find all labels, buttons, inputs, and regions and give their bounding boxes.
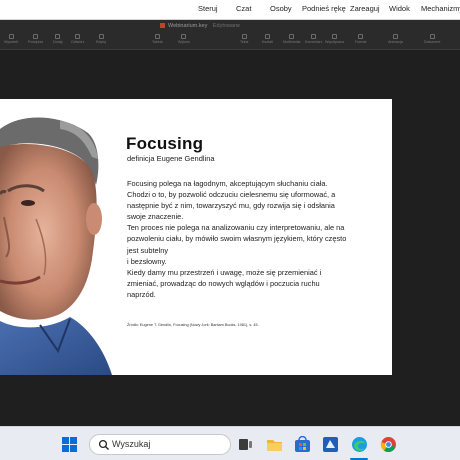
slide-body: Focusing polega na łagodnym, akceptujący… xyxy=(127,178,377,300)
toolbar-document[interactable]: Dokument xyxy=(424,34,440,44)
toolbar-edit[interactable]: Edytuj xyxy=(96,34,106,44)
chrome-icon[interactable] xyxy=(380,436,397,453)
body-line: naprzód. xyxy=(127,289,156,299)
store-icon[interactable] xyxy=(294,436,311,453)
body-line: Chodzi o to, by pozwolić odczuciu cieles… xyxy=(127,190,336,200)
toolbar-play[interactable]: Odtwórz xyxy=(71,34,84,44)
office-icon[interactable] xyxy=(322,436,339,453)
slide-subtitle: definicja Eugene Gendlina xyxy=(127,154,215,163)
window-title: Webinarium.key Edytowane xyxy=(160,23,240,29)
body-line: swoje znaczenie. xyxy=(127,212,184,222)
toolbar-chart[interactable]: Wykres xyxy=(178,34,190,44)
toolbar-table[interactable]: Tabela xyxy=(152,34,163,44)
toolbar-zoom[interactable]: Powiększ xyxy=(28,34,43,44)
search-placeholder: Wyszukaj xyxy=(112,439,151,449)
body-line: i bezsłowny. xyxy=(127,256,167,266)
slide[interactable]: Focusing definicja Eugene Gendlina Focus… xyxy=(0,99,392,375)
document-icon xyxy=(160,23,165,28)
toolbar-view[interactable]: Wyświetl xyxy=(4,34,18,44)
control-view[interactable]: Widok xyxy=(389,4,410,13)
edge-icon[interactable] xyxy=(351,436,368,453)
body-line: pozwoleniu ciału, by mówiło swoim własny… xyxy=(127,234,347,244)
animate-icon xyxy=(392,34,398,39)
body-line: jest subtelny xyxy=(127,245,169,255)
chart-icon xyxy=(181,34,187,39)
toolbar-animate[interactable]: Animacja xyxy=(388,34,403,44)
text-icon xyxy=(241,34,247,39)
taskbar: Wyszukaj xyxy=(0,426,460,460)
play-icon xyxy=(75,34,81,39)
task-view-icon[interactable] xyxy=(237,436,254,453)
slide-source: Źródło: Eugene T. Gendlin, Focusing (Now… xyxy=(127,323,259,327)
toolbar-add[interactable]: Dodaj xyxy=(53,34,62,44)
comment-icon xyxy=(311,34,317,39)
slide-title: Focusing xyxy=(126,134,204,153)
window-subtitle: Edytowane xyxy=(212,23,241,29)
document-panel-icon xyxy=(429,34,435,39)
toolbar-collaborate[interactable]: Współpraca xyxy=(325,34,344,44)
body-line: Focusing polega na łagodnym, akceptujący… xyxy=(127,179,328,188)
body-line: zmieniać, prowadząc do nowych wglądów i … xyxy=(127,278,320,288)
toolbar-media[interactable]: Multimedia xyxy=(283,34,300,44)
control-react[interactable]: Zareaguj xyxy=(350,4,380,13)
meeting-controls-bar: Steruj Czat Osoby Podnieś rękę Zareaguj … xyxy=(0,0,460,20)
body-line: Kiedy damy mu przestrzeń i uwagę, może s… xyxy=(127,267,322,277)
search-icon xyxy=(98,439,109,450)
table-icon xyxy=(154,34,160,39)
control-steruj[interactable]: Steruj xyxy=(198,4,218,13)
file-explorer-icon[interactable] xyxy=(266,436,283,453)
toolbar-text[interactable]: Tekst xyxy=(240,34,248,44)
collaborate-icon xyxy=(331,34,337,39)
taskbar-search[interactable]: Wyszukaj xyxy=(89,434,231,455)
control-mechanisms[interactable]: Mechanizmy xyxy=(421,4,460,13)
media-icon xyxy=(289,34,295,39)
control-raise-hand[interactable]: Podnieś rękę xyxy=(302,4,346,13)
shape-icon xyxy=(264,34,270,39)
edit-icon xyxy=(98,34,104,39)
toolbar-comment[interactable]: Komentarz xyxy=(305,34,322,44)
toolbar-shape[interactable]: Kształt xyxy=(262,34,273,44)
view-icon xyxy=(8,34,14,39)
toolbar-format[interactable]: Format xyxy=(355,34,366,44)
control-czat[interactable]: Czat xyxy=(236,4,251,13)
format-icon xyxy=(358,34,364,39)
portrait-photo xyxy=(0,99,112,375)
body-line: Ten proces nie polega na analizowaniu cz… xyxy=(127,223,345,233)
body-line: następnie być z nim, towarzyszyć mu, gdy… xyxy=(127,201,335,211)
windows-start-icon[interactable] xyxy=(62,437,77,452)
zoom-icon xyxy=(33,34,39,39)
control-osoby[interactable]: Osoby xyxy=(270,4,292,13)
add-icon xyxy=(55,34,61,39)
